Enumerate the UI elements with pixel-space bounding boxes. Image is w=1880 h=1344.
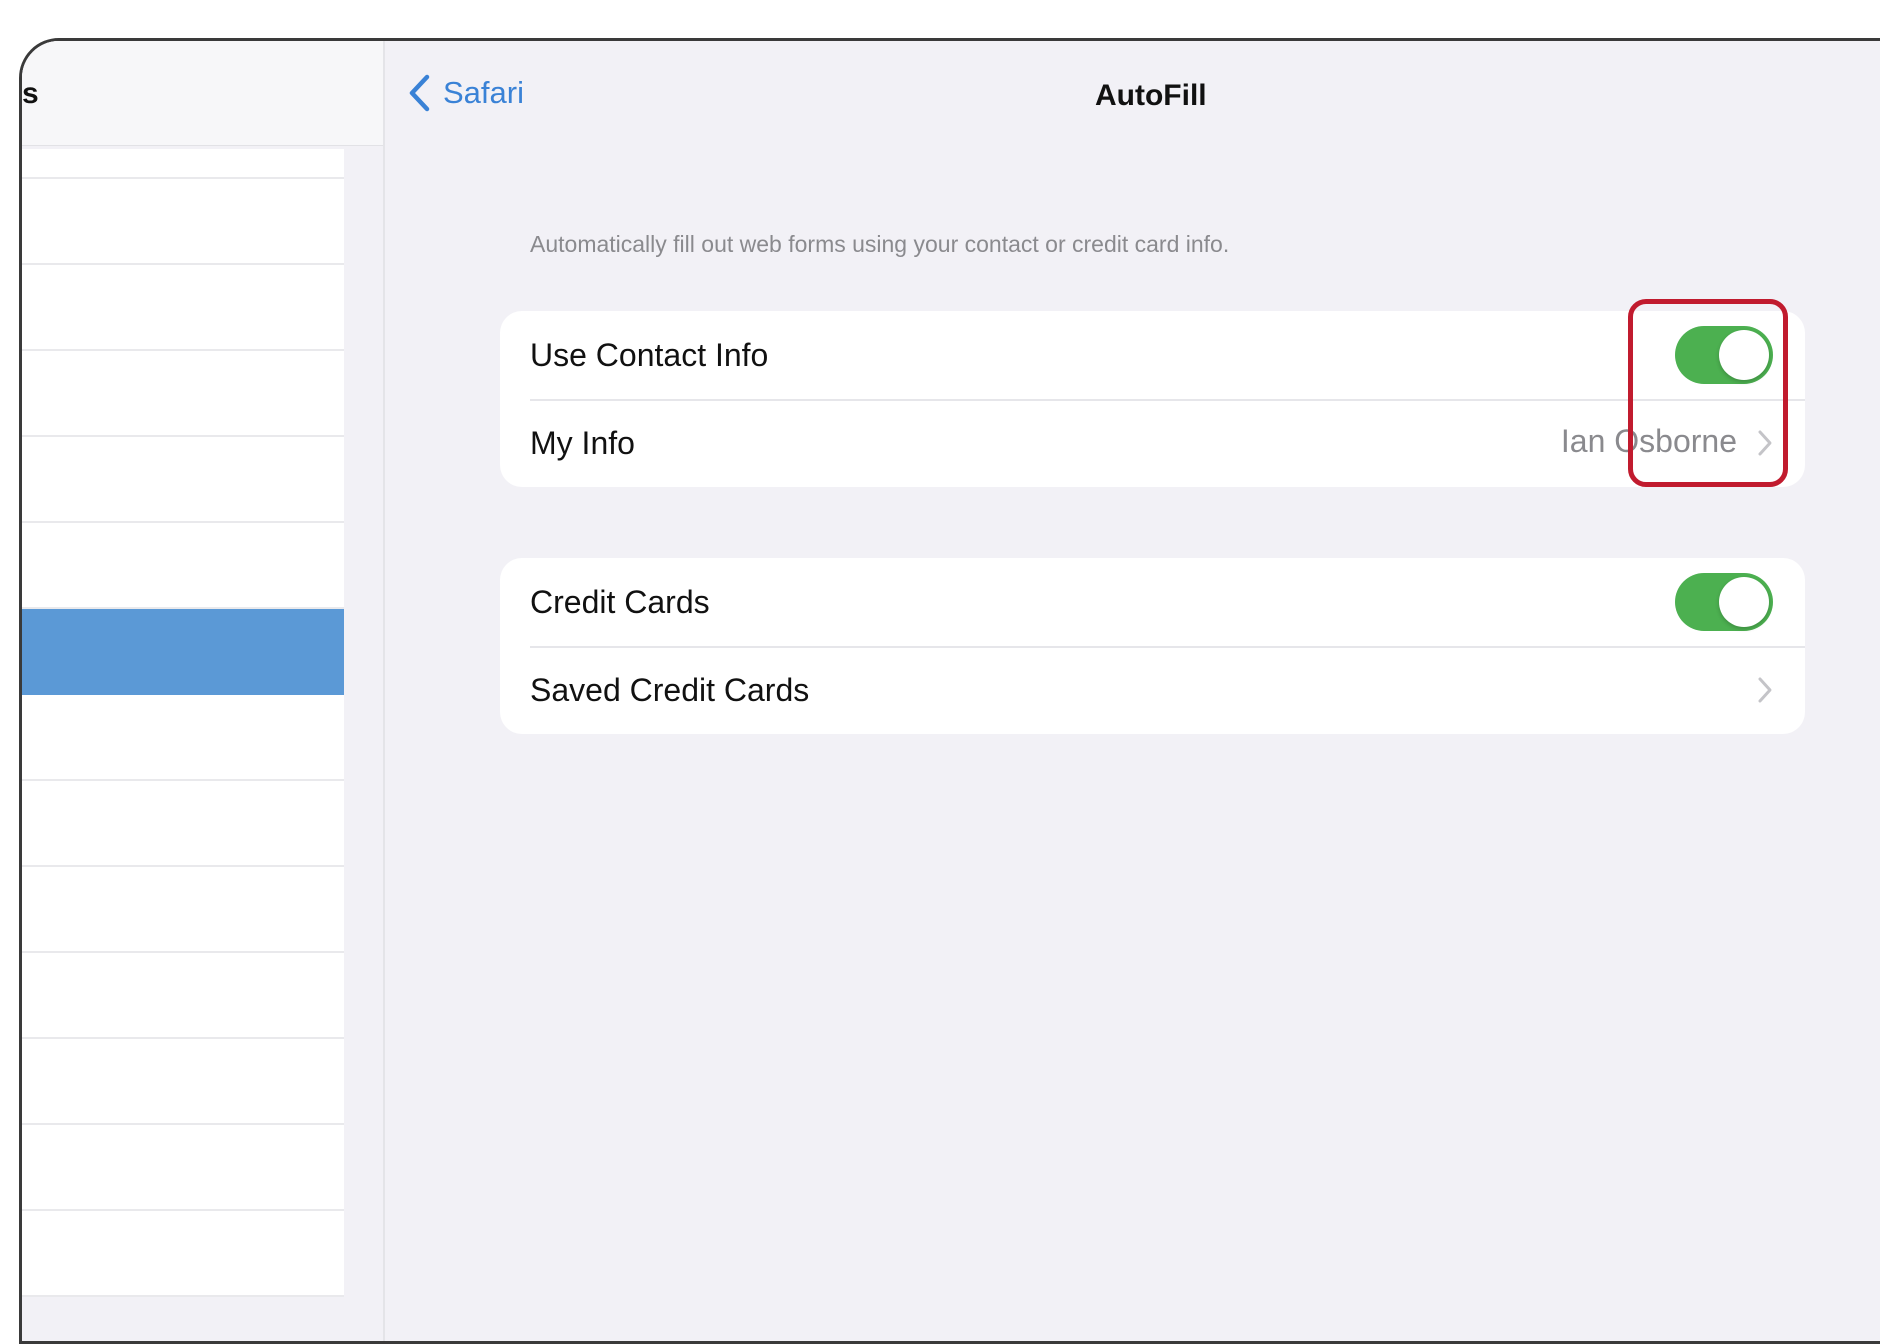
sidebar-item[interactable] — [22, 1039, 344, 1125]
sidebar-item[interactable] — [22, 437, 344, 523]
credit-cards-toggle[interactable] — [1675, 573, 1773, 631]
sidebar-title: s — [22, 77, 39, 110]
sidebar-item[interactable] — [22, 781, 344, 867]
sidebar-item[interactable] — [22, 1211, 344, 1297]
my-info-label: My Info — [530, 424, 635, 461]
credit-cards-group: Credit Cards Saved Credit Cards — [500, 558, 1805, 734]
sidebar-item[interactable] — [22, 867, 344, 953]
settings-sidebar: s — [22, 41, 385, 1341]
sidebar-item[interactable] — [22, 149, 344, 179]
saved-credit-cards-label: Saved Credit Cards — [530, 671, 810, 708]
back-button-label: Safari — [443, 75, 524, 110]
sidebar-item[interactable] — [22, 953, 344, 1039]
ipad-screen: s Safari AutoFill Automatically fill out… — [19, 38, 1880, 1344]
chevron-right-icon — [1758, 677, 1772, 703]
sidebar-item[interactable] — [22, 351, 344, 437]
sidebar-item-selected[interactable] — [22, 609, 344, 695]
use-contact-info-row: Use Contact Info — [500, 311, 1805, 399]
toggle-knob — [1719, 577, 1769, 627]
my-info-value: Ian Osborne — [1560, 423, 1737, 459]
back-button[interactable]: Safari — [407, 73, 524, 113]
sidebar-list — [22, 149, 344, 1297]
contact-info-group: Use Contact Info My Info Ian Osborne — [500, 311, 1805, 487]
use-contact-info-label: Use Contact Info — [530, 336, 769, 373]
sidebar-item[interactable] — [22, 1125, 344, 1211]
credit-cards-row: Credit Cards — [500, 558, 1805, 646]
page-title: AutoFill — [1095, 79, 1207, 112]
chevron-left-icon — [409, 74, 430, 112]
credit-cards-label: Credit Cards — [530, 583, 710, 620]
autofill-pane: Safari AutoFill Automatically fill out w… — [385, 41, 1880, 1341]
sidebar-item[interactable] — [22, 265, 344, 351]
toggle-knob — [1719, 330, 1769, 380]
use-contact-info-toggle[interactable] — [1675, 326, 1773, 384]
my-info-row[interactable]: My Info Ian Osborne — [500, 399, 1805, 487]
sidebar-item[interactable] — [22, 695, 344, 781]
sidebar-item[interactable] — [22, 179, 344, 265]
chevron-right-icon — [1758, 430, 1772, 456]
sidebar-item[interactable] — [22, 523, 344, 609]
saved-credit-cards-row[interactable]: Saved Credit Cards — [500, 646, 1805, 734]
autofill-description: Automatically fill out web forms using y… — [530, 231, 1230, 257]
sidebar-header: s — [22, 41, 383, 146]
navigation-bar: Safari AutoFill — [385, 41, 1880, 151]
